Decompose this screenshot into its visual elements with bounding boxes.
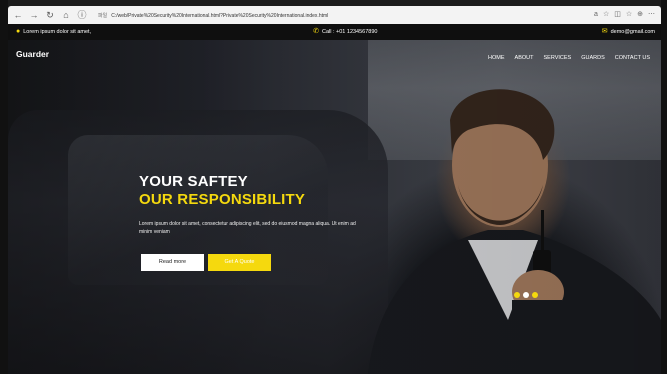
nav-services[interactable]: SERVICES bbox=[539, 54, 577, 62]
hero-title-line1: YOUR SAFTEY bbox=[139, 173, 248, 190]
read-more-button[interactable]: Read more bbox=[141, 254, 204, 271]
reader-icon[interactable]: a bbox=[594, 9, 598, 21]
hero-description: Lorem ipsum dolor sit amet, consectetur … bbox=[139, 221, 356, 235]
address-text: Lorem ipsum dolor sit amet, bbox=[23, 29, 92, 35]
url-field[interactable]: 파일 C:/web/Private%20Security%20Internatio… bbox=[98, 12, 418, 19]
email-item[interactable]: ✉ demo@gmail.com bbox=[602, 28, 655, 36]
split-screen-icon[interactable]: ◫ bbox=[614, 9, 621, 21]
nav-about-label: ABOUT bbox=[514, 55, 534, 61]
carousel-dots bbox=[514, 292, 538, 298]
back-icon[interactable]: ← bbox=[12, 9, 24, 21]
nav-services-label: SERVICES bbox=[543, 55, 572, 61]
address-item: ● Lorem ipsum dolor sit amet, bbox=[16, 28, 91, 36]
reload-icon[interactable]: ↻ bbox=[44, 9, 56, 21]
carousel-dot-1[interactable] bbox=[514, 292, 520, 298]
nav-contact-label: CONTACT US bbox=[614, 55, 650, 61]
forward-icon[interactable]: → bbox=[28, 9, 40, 21]
browser-address-bar: ← → ↻ ⌂ ⓘ 파일 C:/web/Private%20Security%20… bbox=[8, 6, 661, 24]
favorite-icon[interactable]: ☆ bbox=[603, 9, 609, 21]
info-icon: ⓘ bbox=[77, 10, 87, 20]
mail-icon: ✉ bbox=[601, 28, 608, 35]
hero-text-block: YOUR SAFTEY OUR RESPONSIBILITY Lorem ips… bbox=[139, 173, 379, 236]
nav-guards[interactable]: GUARDS bbox=[576, 54, 610, 62]
carousel-dot-3[interactable] bbox=[532, 292, 538, 298]
phone-icon: ✆ bbox=[313, 28, 319, 35]
url-text: C:/web/Private%20Security%20Internationa… bbox=[111, 12, 329, 19]
nav-home-label: HOME bbox=[488, 55, 505, 61]
nav-home[interactable]: HOME bbox=[477, 40, 510, 62]
get-quote-button[interactable]: Get A Quote bbox=[208, 254, 271, 271]
url-scheme: 파일 bbox=[98, 12, 108, 19]
main-nav: HOME ABOUT SERVICES GUARDS CONTACT US bbox=[477, 40, 655, 62]
carousel-dot-2[interactable] bbox=[523, 292, 529, 298]
email-text: demo@gmail.com bbox=[610, 29, 655, 35]
window-border-right bbox=[661, 0, 667, 374]
more-icon[interactable]: ⋯ bbox=[648, 9, 655, 21]
window-border-left bbox=[0, 0, 8, 374]
hero-section: Guarder HOME ABOUT SERVICES GUARDS CONTA… bbox=[8, 40, 661, 374]
hero-buttons: Read more Get A Quote bbox=[141, 254, 271, 271]
hero-title-line2: OUR RESPONSIBILITY bbox=[139, 191, 306, 208]
nav-guards-label: GUARDS bbox=[581, 55, 605, 61]
nav-contact-us[interactable]: CONTACT US bbox=[610, 54, 655, 62]
favorites-icon[interactable]: ☆ bbox=[626, 9, 632, 21]
page: ← → ↻ ⌂ ⓘ 파일 C:/web/Private%20Security%20… bbox=[0, 0, 667, 374]
nav-about[interactable]: ABOUT bbox=[510, 54, 539, 62]
location-pin-icon: ● bbox=[16, 28, 21, 35]
phone-text: Call : +01 1234567890 bbox=[321, 29, 378, 35]
top-info-bar: ● Lorem ipsum dolor sit amet, ✆ Call : +… bbox=[8, 24, 661, 40]
extensions-icon[interactable]: ⊕ bbox=[637, 9, 643, 21]
phone-item[interactable]: ✆ Call : +01 1234567890 bbox=[313, 28, 377, 36]
site-logo[interactable]: Guarder bbox=[16, 49, 49, 59]
home-icon[interactable]: ⌂ bbox=[60, 9, 72, 21]
browser-toolbar: a ☆ ◫ ☆ ⊕ ⋯ bbox=[594, 9, 661, 21]
